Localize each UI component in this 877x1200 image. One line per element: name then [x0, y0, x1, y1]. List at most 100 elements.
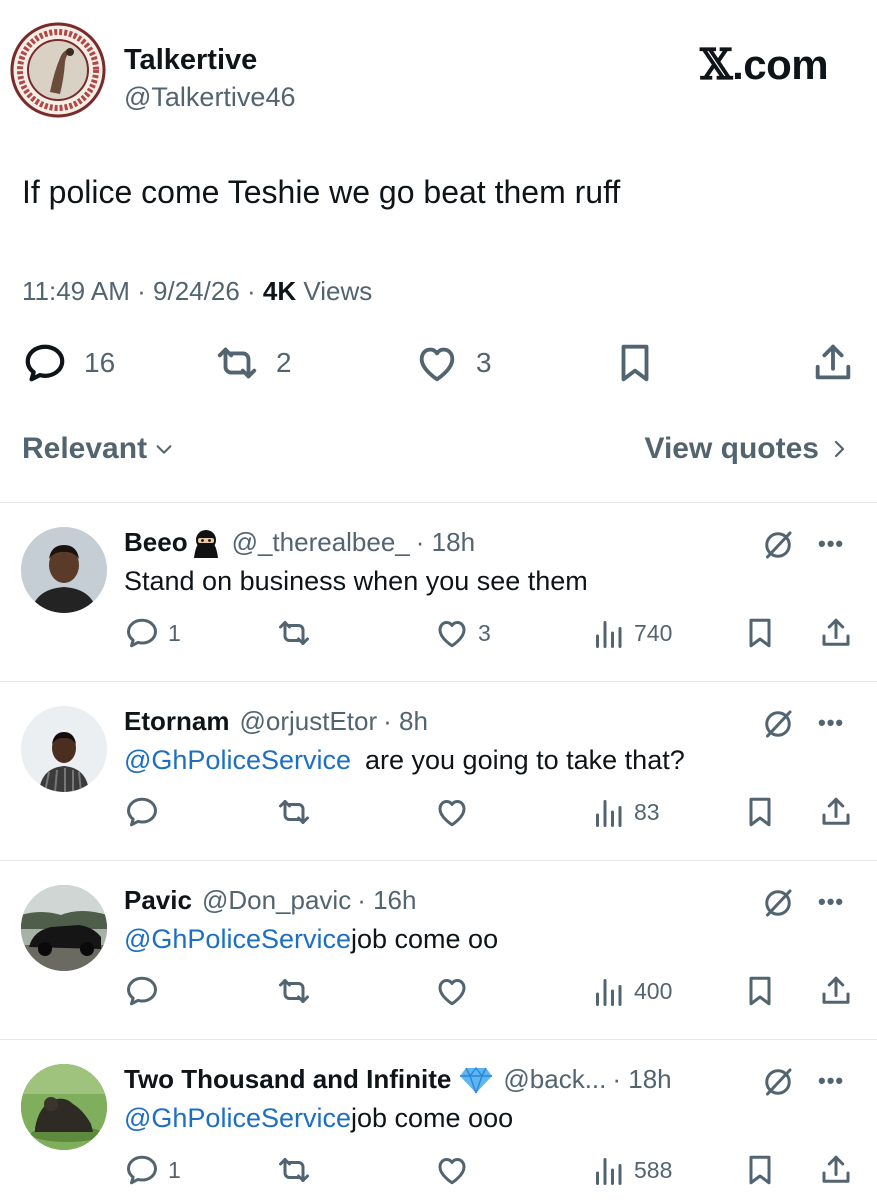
- repost-icon: [279, 621, 309, 645]
- reply-like-button[interactable]: [434, 794, 478, 830]
- like-icon: [438, 979, 466, 1006]
- reply-time[interactable]: · 18h: [612, 1064, 671, 1095]
- reply-author-handle[interactable]: @Don_pavic: [202, 885, 351, 916]
- reply-views-button[interactable]: 740: [590, 615, 672, 651]
- reply-repost-button[interactable]: [276, 1152, 312, 1188]
- reply-count: 1: [168, 1156, 181, 1183]
- reply-views-button[interactable]: 400: [590, 973, 672, 1009]
- reply-text: @GhPoliceServicejob come ooo: [124, 1103, 513, 1134]
- reply-icon: [127, 976, 157, 1006]
- reply-count: 16: [84, 347, 116, 378]
- more-button[interactable]: •••: [818, 1068, 844, 1094]
- reply-avatar[interactable]: [21, 706, 107, 792]
- share-icon: [822, 618, 850, 646]
- reply-repost-button[interactable]: [276, 615, 312, 651]
- bookmark-button[interactable]: [612, 340, 658, 386]
- grok-button[interactable]: [760, 706, 796, 742]
- reply-icon: [127, 1155, 157, 1185]
- reply-avatar[interactable]: [21, 885, 107, 971]
- reply-item[interactable]: Beeo @_therealbee_ · 18h Stand on busine…: [0, 503, 877, 681]
- reply-text-content: job come ooo: [351, 1103, 514, 1133]
- more-button[interactable]: •••: [818, 889, 844, 915]
- grok-button[interactable]: [760, 1064, 796, 1100]
- like-button[interactable]: 3: [414, 340, 492, 386]
- reply-item[interactable]: Etornam @orjustEtor · 8h @GhPoliceServic…: [0, 682, 877, 860]
- reply-reply-button[interactable]: [124, 973, 168, 1009]
- more-icon: •••: [818, 1068, 845, 1093]
- reply-author-name[interactable]: Pavic: [124, 885, 192, 916]
- reply-mention[interactable]: @GhPoliceService: [124, 1103, 351, 1133]
- reply-share-button[interactable]: [818, 973, 854, 1009]
- reply-views-button[interactable]: 83: [590, 794, 660, 830]
- reply-author-handle[interactable]: @orjustEtor: [239, 706, 377, 737]
- reply-header: Etornam @orjustEtor · 8h: [124, 706, 428, 737]
- author-avatar[interactable]: [10, 22, 106, 118]
- sort-dropdown[interactable]: Relevant: [22, 432, 175, 466]
- bookmark-icon: [749, 618, 771, 648]
- author-name[interactable]: Talkertive: [124, 44, 257, 77]
- reply-time[interactable]: · 8h: [383, 706, 428, 737]
- reply-text-content: job come oo: [351, 924, 499, 954]
- more-button[interactable]: •••: [818, 531, 844, 557]
- association-logo-icon: [10, 22, 106, 118]
- reply-icon: [127, 618, 157, 648]
- repost-icon: [279, 800, 309, 824]
- reply-reply-button[interactable]: [124, 794, 168, 830]
- reply-author-name[interactable]: Beeo: [124, 527, 188, 558]
- reply-mention[interactable]: @GhPoliceService: [124, 924, 351, 954]
- share-icon: [822, 797, 850, 825]
- post-text: If police come Teshie we go beat them ru…: [22, 174, 621, 210]
- share-icon: [822, 976, 850, 1004]
- grok-icon: [765, 710, 792, 738]
- view-quotes-link[interactable]: View quotes: [645, 432, 852, 466]
- reply-author-name[interactable]: Two Thousand and Infinite: [124, 1064, 451, 1095]
- reply-reply-button[interactable]: 1: [124, 1152, 181, 1188]
- reply-share-button[interactable]: [818, 794, 854, 830]
- reply-author-handle[interactable]: @back...: [503, 1064, 606, 1095]
- reply-bookmark-button[interactable]: [742, 794, 778, 830]
- ninja-emoji-icon: [190, 528, 222, 558]
- reply-like-button[interactable]: 3: [434, 615, 491, 651]
- views-count: 4K: [262, 276, 297, 306]
- reply-avatar[interactable]: [21, 527, 107, 613]
- chevron-down-icon: [156, 445, 172, 454]
- post-meta: 11:49 AM · 9/24/26 · 4K Views: [22, 276, 372, 307]
- reply-avatar[interactable]: [21, 1064, 107, 1150]
- reply-time[interactable]: · 18h: [416, 527, 475, 558]
- reply-time[interactable]: · 16h: [357, 885, 416, 916]
- brand-watermark: 𝕏.com: [700, 40, 829, 89]
- author-handle[interactable]: @Talkertive46: [124, 82, 295, 113]
- reply-reply-button[interactable]: 1: [124, 615, 181, 651]
- share-button[interactable]: [810, 340, 856, 386]
- reply-item[interactable]: Pavic @Don_pavic · 16h @GhPoliceServicej…: [0, 861, 877, 1039]
- reply-repost-button[interactable]: [276, 794, 312, 830]
- reply-author-handle[interactable]: @_therealbee_: [232, 527, 410, 558]
- reply-text-content: are you going to take that?: [365, 745, 685, 775]
- grok-button[interactable]: [760, 885, 796, 921]
- reply-bookmark-button[interactable]: [742, 973, 778, 1009]
- reply-repost-button[interactable]: [276, 973, 312, 1009]
- reply-author-name[interactable]: Etornam: [124, 706, 229, 737]
- reply-button[interactable]: 16: [22, 340, 115, 386]
- grok-button[interactable]: [760, 527, 796, 563]
- reply-icon: [25, 344, 65, 382]
- reply-share-button[interactable]: [818, 615, 854, 651]
- repost-button[interactable]: 2: [214, 340, 292, 386]
- reply-like-button[interactable]: [434, 973, 478, 1009]
- reply-views-button[interactable]: 588: [590, 1152, 672, 1188]
- like-count: 3: [478, 619, 491, 646]
- reply-bookmark-button[interactable]: [742, 615, 778, 651]
- reply-share-button[interactable]: [818, 1152, 854, 1188]
- reply-like-button[interactable]: [434, 1152, 478, 1188]
- reply-mention[interactable]: @GhPoliceService: [124, 745, 351, 775]
- reply-text-content: Stand on business when you see them: [124, 566, 588, 596]
- views-icon: [596, 1158, 622, 1185]
- reply-bookmark-button[interactable]: [742, 1152, 778, 1188]
- views-count: 588: [634, 1156, 673, 1183]
- repost-count: 2: [276, 347, 292, 378]
- more-icon: •••: [818, 889, 845, 914]
- more-button[interactable]: •••: [818, 710, 844, 736]
- post-timestamp[interactable]: 11:49 AM · 9/24/26 ·: [22, 276, 263, 306]
- reply-item[interactable]: Two Thousand and Infinite @back... · 18h…: [0, 1040, 877, 1200]
- views-count: 400: [634, 977, 673, 1004]
